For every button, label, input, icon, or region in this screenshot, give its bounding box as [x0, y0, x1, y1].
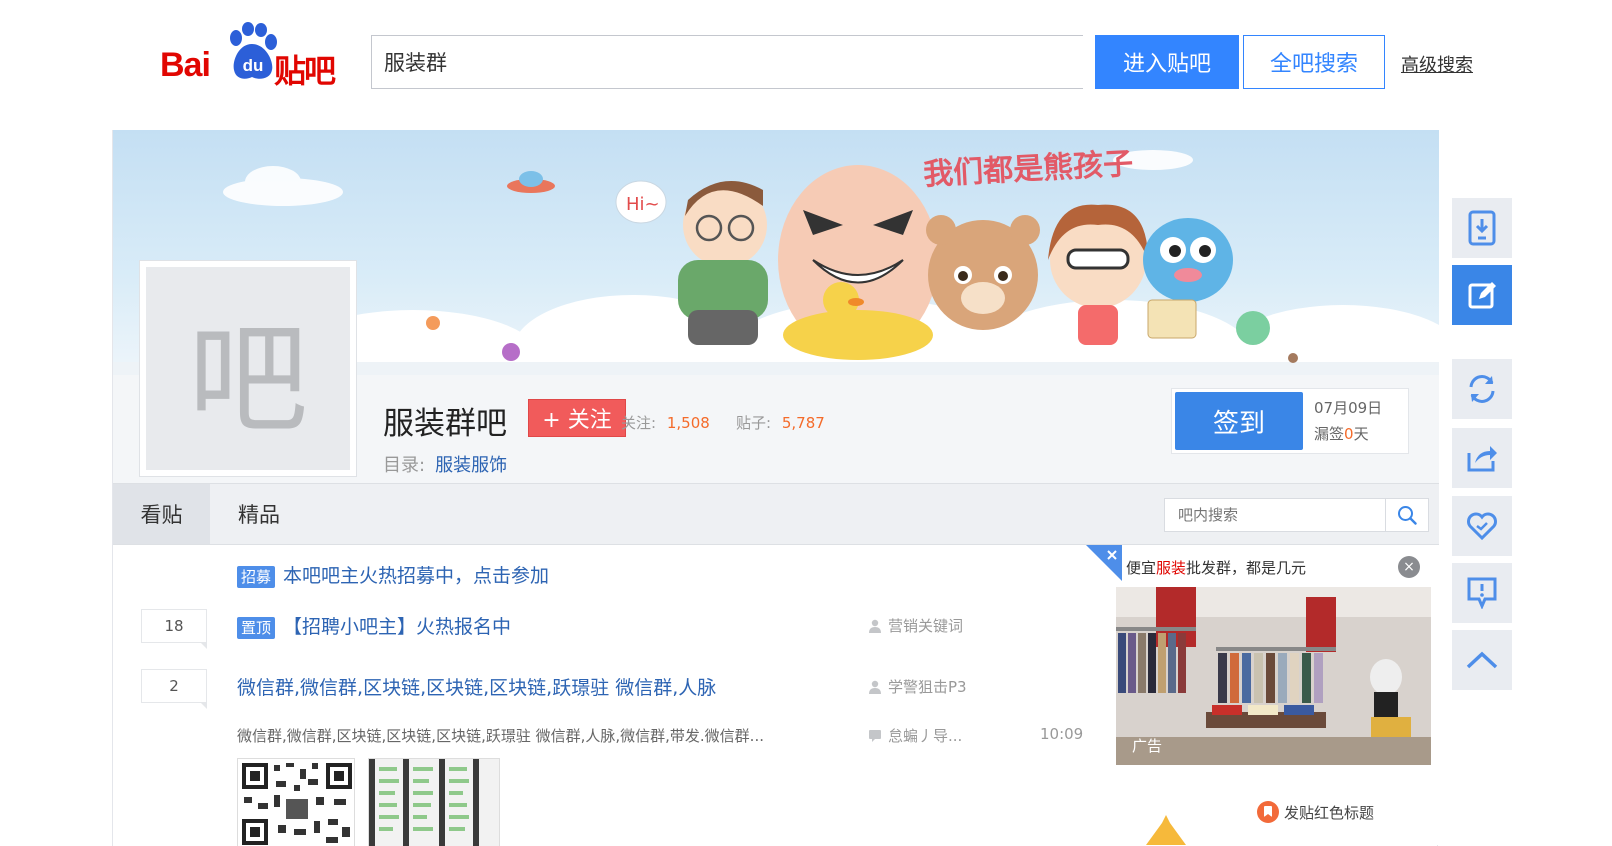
sign-date: 07月09日 [1314, 399, 1383, 417]
inbar-search-button[interactable] [1385, 498, 1429, 532]
sign-in-button[interactable]: 签到 [1175, 392, 1303, 450]
ad-title-post: 批发群，都是几元 [1186, 559, 1307, 577]
thread-title-text: 【招聘小吧主】火热报名中 [283, 616, 512, 638]
catalog-link[interactable]: 服装服饰 [435, 455, 507, 476]
last-reply-user[interactable]: 怠蝙丿导... [868, 725, 962, 746]
author-name: 营销关键词 [888, 617, 964, 635]
posts-count: 5,787 [781, 414, 825, 432]
search-all-button[interactable]: 全吧搜索 [1243, 35, 1385, 89]
recruit-tag: 招募 [237, 565, 276, 588]
sticky-thread-title[interactable]: 置顶 【招聘小吧主】火热报名中 [237, 612, 511, 639]
main-search-input[interactable] [372, 36, 1083, 88]
refresh-icon [1469, 375, 1495, 403]
back-to-top-button[interactable] [1452, 630, 1512, 690]
refresh-button[interactable] [1452, 359, 1512, 419]
thread-title-text: 本吧吧主火热招募中，点击参加 [283, 565, 550, 587]
logo-bai-text: Bai [160, 46, 211, 84]
chat-screenshot-thumbnail[interactable] [368, 758, 500, 846]
app-download-button[interactable] [1452, 198, 1512, 258]
sign-missed-suffix: 天 [1353, 425, 1369, 443]
reply-count: 2 [141, 669, 207, 709]
enter-bar-button[interactable]: 进入贴吧 [1095, 35, 1239, 89]
thread-author[interactable]: 学警狙击P3 [868, 676, 967, 697]
follow-button[interactable]: + 关注 [528, 399, 626, 437]
sign-missed-days: 0 [1344, 425, 1354, 443]
tab-featured[interactable]: 精品 [210, 484, 308, 544]
promo-badge-icon [1257, 801, 1279, 823]
qr-code-image [238, 759, 354, 846]
report-button[interactable] [1452, 563, 1512, 623]
forum-name[interactable]: 服装群吧 [383, 398, 507, 443]
report-icon [1467, 577, 1497, 609]
banner-hi-text: Hi~ [626, 194, 660, 215]
ad-title-highlight: 服装 [1156, 559, 1187, 577]
ad-label: 广告 [1132, 737, 1163, 755]
thread-abstract: 微信群,微信群,区块链,区块链,区块链,跃璟驻 微信群,人脉,微信群,带发.微信… [237, 727, 764, 745]
edit-icon [1468, 282, 1496, 309]
followers-label: 关注: [621, 414, 657, 432]
sign-missed-prefix: 漏签 [1314, 425, 1345, 443]
forum-avatar[interactable]: 吧 [139, 260, 357, 477]
forum-avatar-placeholder: 吧 [146, 267, 350, 470]
share-button[interactable] [1452, 428, 1512, 488]
ad-promo-text: 发贴红色标题 [1284, 804, 1375, 822]
forum-frame: Hi~ 我们都是熊孩子 吧 服装群吧 + 关注 关注: 1,508 贴子: 5,… [112, 130, 1439, 846]
favorite-button[interactable] [1452, 496, 1512, 556]
inbar-search-input[interactable] [1165, 499, 1385, 531]
main-search-box[interactable] [371, 35, 1083, 89]
followers-count: 1,508 [666, 414, 710, 432]
catalog-label: 目录: [383, 455, 426, 476]
share-icon [1467, 446, 1497, 472]
ad-close-button[interactable]: × [1398, 556, 1420, 578]
logo-tieba-text: 贴吧 [274, 52, 336, 90]
last-reply-time: 10:09 [1040, 725, 1084, 743]
ad-promo[interactable]: 发贴红色标题 [1256, 800, 1374, 824]
clothing-store-photo [1116, 587, 1431, 765]
ad-title-pre: 便宜 [1126, 559, 1157, 577]
posts-label: 贴子: [736, 414, 772, 432]
thread-title[interactable]: 微信群,微信群,区块链,区块链,区块链,跃璟驻 微信群,人脉 [237, 673, 716, 700]
inbar-search-box[interactable] [1164, 498, 1386, 532]
thread-list: 招募 本吧吧主火热招募中，点击参加 18 置顶 【招聘小吧主】火热报名中 营销关键词… [113, 545, 1093, 846]
back-to-top-icon [1466, 651, 1498, 669]
logo-du-text: du [243, 56, 264, 75]
qr-code-thumbnail[interactable] [237, 758, 355, 846]
paw-icon: du [230, 22, 277, 79]
comment-icon [869, 730, 881, 742]
sign-missed: 漏签0天 [1314, 423, 1369, 444]
baidu-tieba-logo[interactable]: Bai du 贴吧 [160, 22, 345, 90]
reply-count: 18 [141, 609, 207, 649]
ad-panel: 便宜服装批发群，都是几元 × 广告 发贴红色标题 [1086, 545, 1439, 845]
chat-screenshot-image [369, 759, 499, 846]
last-reply-name: 怠蝙丿导... [888, 727, 963, 745]
ad-dismiss-corner[interactable] [1086, 545, 1122, 581]
advanced-search-link[interactable]: 高级搜索 [1401, 51, 1473, 77]
user-icon [869, 619, 881, 633]
search-icon [1398, 506, 1417, 525]
forum-tabs: 看贴 精品 [113, 483, 1439, 545]
ad-title[interactable]: 便宜服装批发群，都是几元 [1126, 557, 1306, 578]
recruit-thread-title[interactable]: 招募 本吧吧主火热招募中，点击参加 [237, 561, 549, 588]
tab-threads[interactable]: 看贴 [113, 484, 210, 544]
ad-bottom-decoration [1146, 815, 1186, 845]
download-icon [1468, 210, 1496, 246]
author-name: 学警狙击P3 [888, 678, 967, 696]
favorite-icon [1467, 512, 1497, 541]
sticky-tag: 置顶 [237, 616, 276, 639]
sign-in-panel: 签到 07月09日 漏签0天 [1171, 388, 1409, 454]
new-post-button[interactable] [1452, 265, 1512, 325]
catalog: 目录: 服装服饰 [383, 451, 507, 477]
user-icon [869, 680, 881, 694]
thread-author[interactable]: 营销关键词 [868, 615, 963, 636]
followers-stat: 关注: 1,508 [621, 412, 710, 433]
posts-stat: 贴子: 5,787 [736, 412, 825, 433]
ad-image[interactable] [1116, 587, 1431, 765]
